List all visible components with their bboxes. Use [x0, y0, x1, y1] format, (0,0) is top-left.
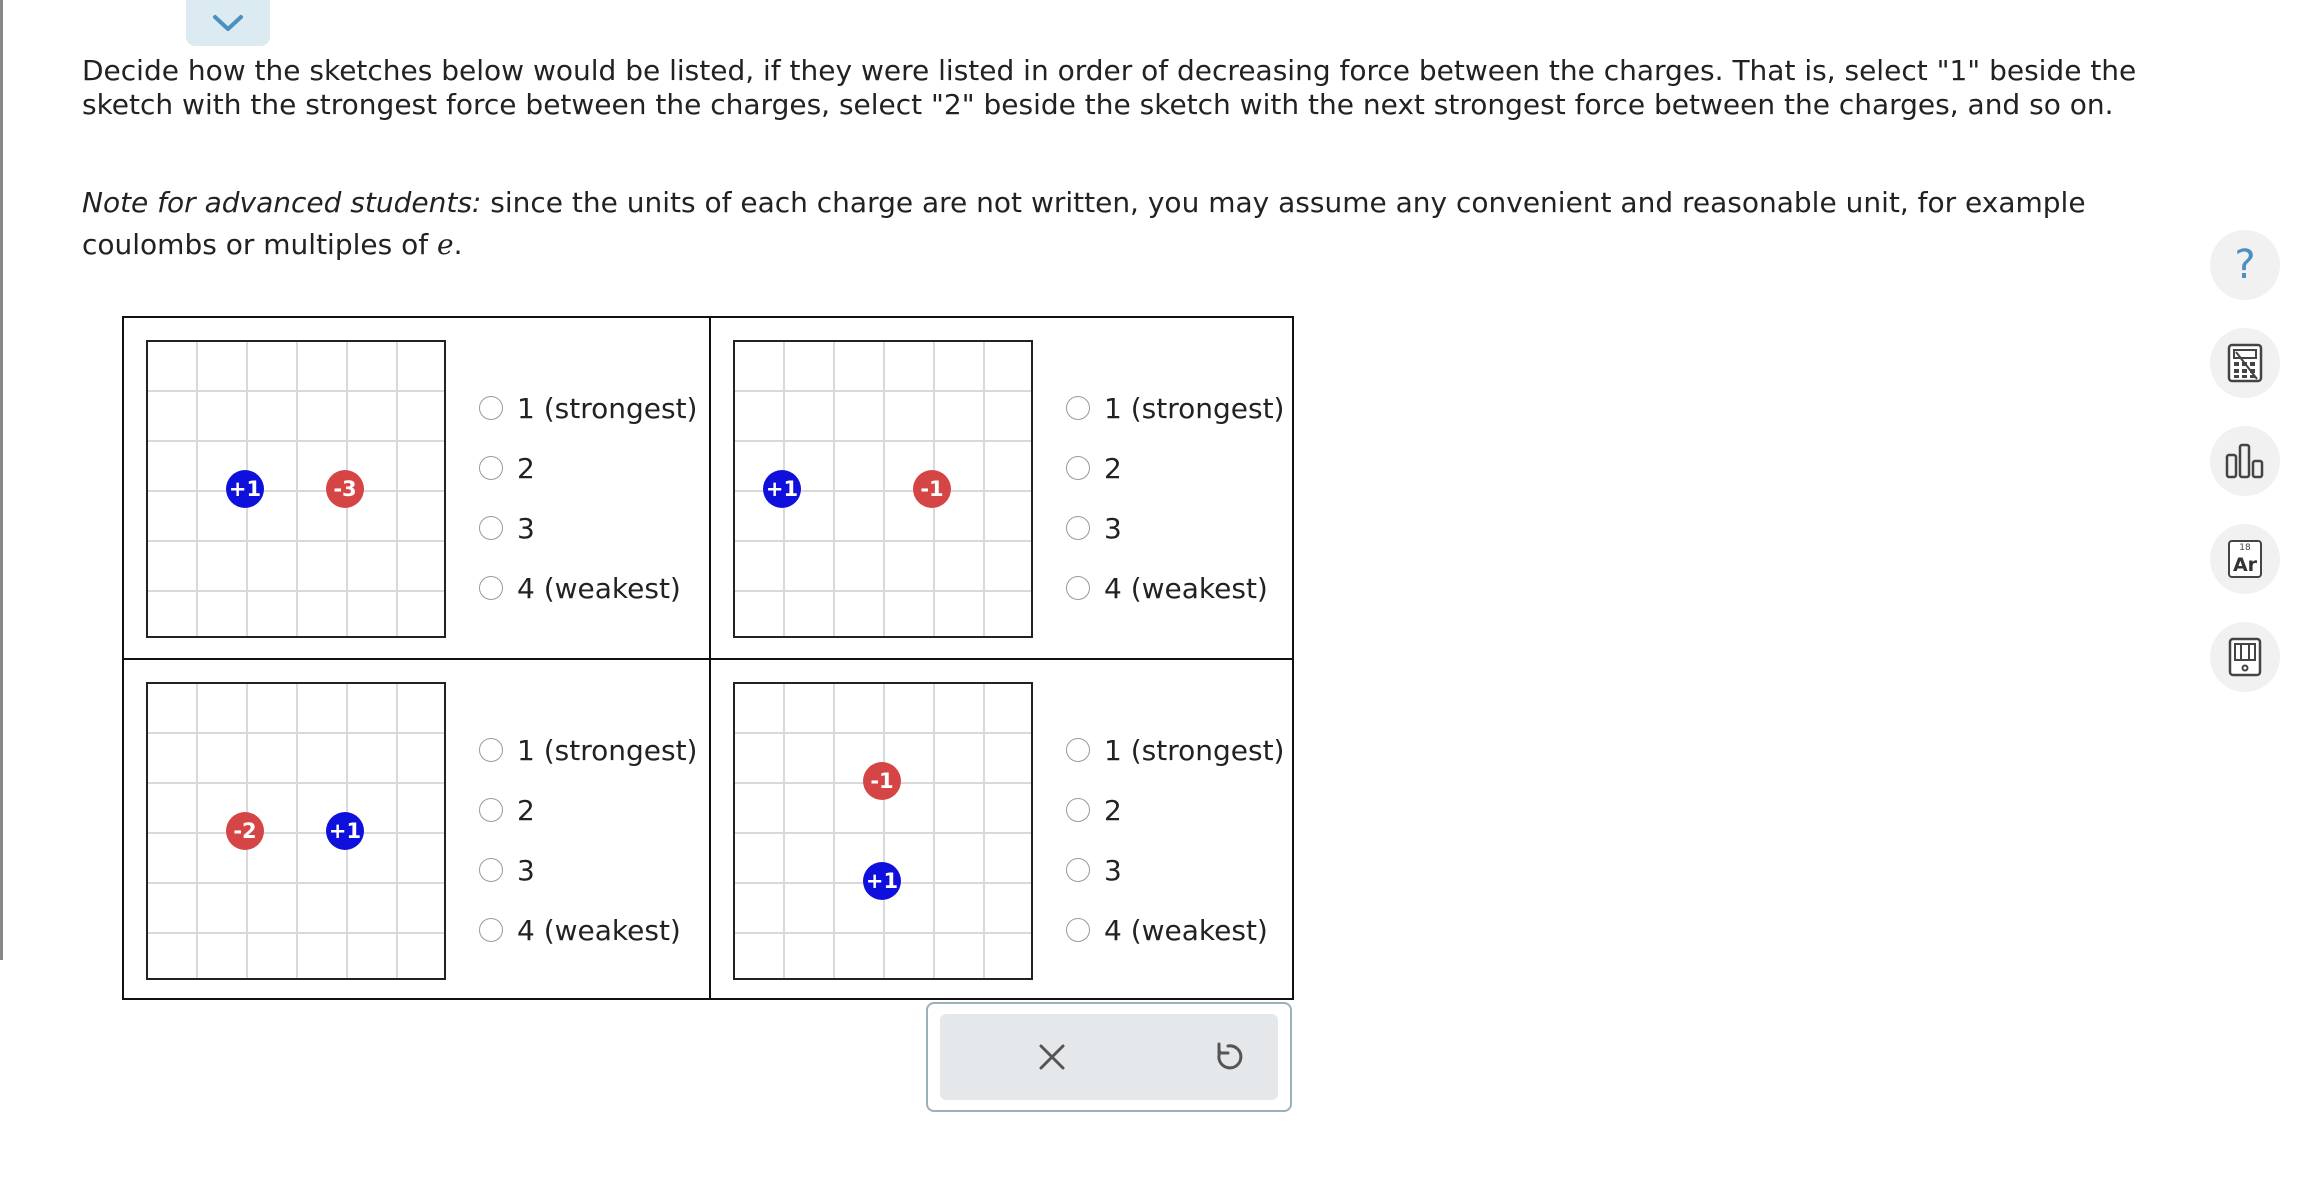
reference-button[interactable] [2210, 622, 2280, 692]
charge-positive: +1 [226, 470, 264, 508]
option-label: 3 [1104, 853, 1122, 887]
rank-option-3[interactable]: 3 [479, 498, 697, 558]
option-label: 3 [517, 511, 535, 545]
reference-book-icon [2228, 637, 2262, 677]
page-left-border [0, 0, 3, 960]
charge-negative: -1 [863, 762, 901, 800]
charge-negative: -3 [326, 470, 364, 508]
rank-option-4[interactable]: 4 (weakest) [479, 900, 697, 960]
rank-option-4[interactable]: 4 (weakest) [479, 558, 697, 618]
rank-option-1[interactable]: 1 (strongest) [479, 378, 697, 438]
help-button[interactable]: ? [2210, 230, 2280, 300]
rank-option-1[interactable]: 1 (strongest) [1066, 378, 1284, 438]
periodic-table-button[interactable]: 18 Ar [2210, 524, 2280, 594]
rank-option-4[interactable]: 4 (weakest) [1066, 900, 1284, 960]
sketch-1: +1 -3 [146, 340, 446, 638]
help-icon: ? [2234, 242, 2256, 288]
sketch-3: -2 +1 [146, 682, 446, 980]
collapse-button[interactable] [186, 0, 270, 46]
rank-option-3[interactable]: 3 [1066, 840, 1284, 900]
option-label: 4 (weakest) [517, 571, 681, 605]
sketch-cell-2: +1 -1 1 (strongest) 2 3 4 (weakest) [711, 318, 1296, 658]
rank-options-3: 1 (strongest) 2 3 4 (weakest) [479, 720, 697, 960]
option-label: 4 (weakest) [1104, 571, 1268, 605]
option-label: 2 [517, 793, 535, 827]
radio-button[interactable] [1066, 516, 1090, 540]
radio-button[interactable] [1066, 798, 1090, 822]
option-label: 1 (strongest) [517, 391, 698, 425]
chevron-down-icon [213, 15, 243, 31]
undo-button[interactable] [1168, 1014, 1288, 1100]
note-end: . [453, 228, 463, 261]
rank-option-2[interactable]: 2 [479, 780, 697, 840]
atomic-number: 18 [2239, 543, 2251, 553]
rank-option-1[interactable]: 1 (strongest) [479, 720, 697, 780]
action-bar [940, 1014, 1278, 1100]
clear-button[interactable] [992, 1014, 1112, 1100]
charge-positive: +1 [326, 812, 364, 850]
charge-positive: +1 [863, 862, 901, 900]
bar-chart-icon [2225, 443, 2264, 479]
radio-button[interactable] [479, 918, 503, 942]
periodic-table-icon: 18 Ar [2228, 540, 2262, 578]
sketch-2: +1 -1 [733, 340, 1033, 638]
sketch-table: +1 -3 1 (strongest) 2 3 4 (weakest) +1 -… [122, 316, 1294, 1000]
elementary-charge-symbol: e [436, 228, 454, 261]
radio-button[interactable] [1066, 738, 1090, 762]
radio-button[interactable] [479, 456, 503, 480]
calculator-icon [2227, 343, 2263, 383]
rank-options-4: 1 (strongest) 2 3 4 (weakest) [1066, 720, 1284, 960]
sketch-cell-3: -2 +1 1 (strongest) 2 3 4 (weakest) [124, 660, 709, 1000]
sketch-4: -1 +1 [733, 682, 1033, 980]
rank-option-3[interactable]: 3 [479, 840, 697, 900]
radio-button[interactable] [479, 576, 503, 600]
option-label: 2 [1104, 451, 1122, 485]
sketch-cell-1: +1 -3 1 (strongest) 2 3 4 (weakest) [124, 318, 709, 658]
answer-actions [926, 1002, 1292, 1112]
element-symbol: Ar [2232, 554, 2258, 576]
option-label: 3 [1104, 511, 1122, 545]
option-label: 2 [1104, 793, 1122, 827]
radio-button[interactable] [479, 738, 503, 762]
rank-option-2[interactable]: 2 [1066, 438, 1284, 498]
option-label: 1 (strongest) [1104, 391, 1285, 425]
radio-button[interactable] [1066, 918, 1090, 942]
radio-button[interactable] [479, 798, 503, 822]
close-icon [1039, 1044, 1065, 1070]
radio-button[interactable] [479, 396, 503, 420]
radio-button[interactable] [1066, 858, 1090, 882]
rank-option-4[interactable]: 4 (weakest) [1066, 558, 1284, 618]
advanced-note: Note for advanced students: since the un… [82, 182, 2162, 266]
rank-options-2: 1 (strongest) 2 3 4 (weakest) [1066, 378, 1284, 618]
option-label: 1 (strongest) [1104, 733, 1285, 767]
charge-positive: +1 [763, 470, 801, 508]
option-label: 4 (weakest) [517, 913, 681, 947]
radio-button[interactable] [1066, 456, 1090, 480]
rank-options-1: 1 (strongest) 2 3 4 (weakest) [479, 378, 697, 618]
chart-button[interactable] [2210, 426, 2280, 496]
radio-button[interactable] [1066, 396, 1090, 420]
question-prompt: Decide how the sketches below would be l… [82, 54, 2137, 121]
tools-sidebar: ? 18 Ar [2210, 230, 2280, 720]
rank-option-2[interactable]: 2 [479, 438, 697, 498]
option-label: 3 [517, 853, 535, 887]
undo-icon [1217, 1042, 1243, 1070]
charge-negative: -1 [913, 470, 951, 508]
option-label: 2 [517, 451, 535, 485]
calculator-button[interactable] [2210, 328, 2280, 398]
radio-button[interactable] [1066, 576, 1090, 600]
charge-negative: -2 [226, 812, 264, 850]
radio-button[interactable] [479, 858, 503, 882]
option-label: 1 (strongest) [517, 733, 698, 767]
option-label: 4 (weakest) [1104, 913, 1268, 947]
note-prefix: Note for advanced students: [82, 186, 482, 219]
rank-option-2[interactable]: 2 [1066, 780, 1284, 840]
rank-option-1[interactable]: 1 (strongest) [1066, 720, 1284, 780]
radio-button[interactable] [479, 516, 503, 540]
sketch-cell-4: -1 +1 1 (strongest) 2 3 4 (weakest) [711, 660, 1296, 1000]
rank-option-3[interactable]: 3 [1066, 498, 1284, 558]
